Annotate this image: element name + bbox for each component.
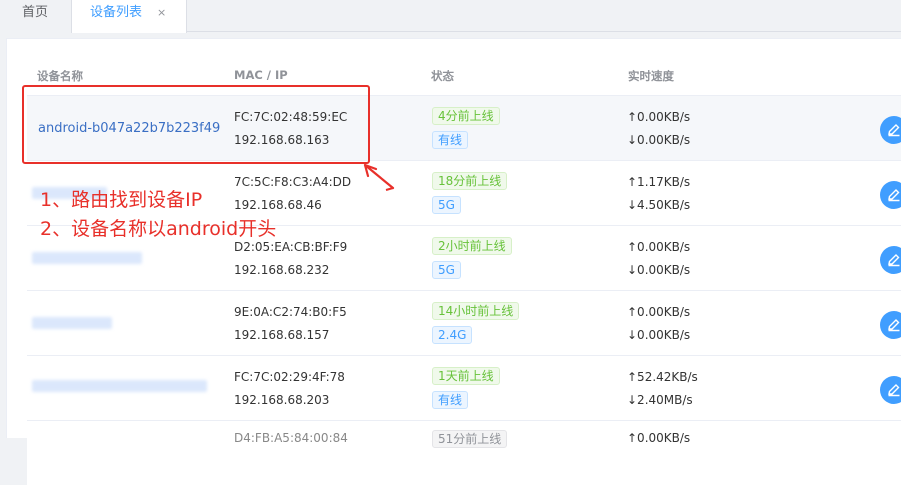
network-type-badge: 有线 bbox=[432, 391, 469, 409]
edit-button[interactable] bbox=[880, 181, 901, 209]
device-mac: D4:FB:A5:84:00:84 bbox=[234, 431, 348, 445]
download-speed: ↓4.50KB/s bbox=[627, 198, 691, 212]
edit-button[interactable] bbox=[880, 246, 901, 274]
annotation-arrow-icon bbox=[363, 163, 395, 191]
tab-device-list-label: 设备列表 bbox=[90, 5, 143, 20]
redacted-device-name bbox=[32, 252, 142, 264]
online-time-badge: 14小时前上线 bbox=[432, 302, 520, 320]
online-time-badge: 1天前上线 bbox=[432, 367, 500, 385]
upload-speed: ↑0.00KB/s bbox=[627, 240, 691, 254]
edit-button[interactable] bbox=[880, 311, 901, 339]
tab-bar: 首页 设备列表 × bbox=[0, 0, 901, 33]
annotation-highlight-box bbox=[22, 85, 370, 164]
header-status: 状态 bbox=[431, 69, 454, 83]
edit-icon bbox=[888, 319, 900, 332]
network-type-badge: 5G bbox=[432, 196, 461, 214]
edit-icon bbox=[888, 124, 900, 137]
upload-speed: ↑0.00KB/s bbox=[627, 305, 691, 319]
network-type-badge: 2.4G bbox=[432, 326, 473, 344]
network-type-badge: 有线 bbox=[432, 131, 469, 149]
edit-icon bbox=[888, 189, 900, 202]
device-mac: FC:7C:02:29:4F:78 bbox=[234, 370, 345, 384]
header-device-name: 设备名称 bbox=[37, 69, 83, 83]
annotation-note-2: 2、设备名称以android开头 bbox=[40, 218, 277, 240]
table-row[interactable]: FC:7C:02:29:4F:78 192.168.68.203 1天前上线 有… bbox=[27, 355, 901, 420]
device-ip: 192.168.68.157 bbox=[234, 328, 330, 342]
device-ip: 192.168.68.232 bbox=[234, 263, 330, 277]
online-time-badge: 18分前上线 bbox=[432, 172, 508, 190]
download-speed: ↓2.40MB/s bbox=[627, 393, 693, 407]
online-time-badge: 2小时前上线 bbox=[432, 237, 512, 255]
edit-button[interactable] bbox=[880, 376, 901, 404]
online-time-badge: 51分前上线 bbox=[432, 430, 508, 448]
edit-button[interactable] bbox=[880, 116, 901, 144]
upload-speed: ↑0.00KB/s bbox=[627, 431, 691, 445]
header-mac-ip: MAC / IP bbox=[234, 68, 288, 82]
table-row[interactable]: 9E:0A:C2:74:B0:F5 192.168.68.157 14小时前上线… bbox=[27, 290, 901, 355]
header-speed: 实时速度 bbox=[628, 69, 674, 83]
device-ip: 192.168.68.46 bbox=[234, 198, 322, 212]
device-mac: 9E:0A:C2:74:B0:F5 bbox=[234, 305, 347, 319]
device-mac: 7C:5C:F8:C3:A4:DD bbox=[234, 175, 352, 189]
redacted-device-name bbox=[32, 380, 207, 392]
device-mac: D2:05:EA:CB:BF:F9 bbox=[234, 240, 348, 254]
upload-speed: ↑1.17KB/s bbox=[627, 175, 691, 189]
table-row[interactable]: D4:FB:A5:84:00:84 51分前上线 ↑0.00KB/s bbox=[27, 420, 901, 485]
annotation-note-1: 1、路由找到设备IP bbox=[40, 189, 203, 211]
upload-speed: ↑0.00KB/s bbox=[627, 110, 691, 124]
tab-home[interactable]: 首页 bbox=[0, 0, 72, 33]
redacted-device-name bbox=[32, 317, 112, 329]
edit-icon bbox=[888, 384, 900, 397]
tab-close-icon[interactable]: × bbox=[157, 0, 166, 26]
tab-device-list[interactable]: 设备列表 × bbox=[72, 0, 187, 33]
network-type-badge: 5G bbox=[432, 261, 461, 279]
download-speed: ↓0.00KB/s bbox=[627, 133, 691, 147]
edit-icon bbox=[888, 254, 900, 267]
tab-home-label: 首页 bbox=[22, 5, 49, 20]
upload-speed: ↑52.42KB/s bbox=[627, 370, 698, 384]
device-ip: 192.168.68.203 bbox=[234, 393, 330, 407]
download-speed: ↓0.00KB/s bbox=[627, 328, 691, 342]
online-time-badge: 4分前上线 bbox=[432, 107, 500, 125]
download-speed: ↓0.00KB/s bbox=[627, 263, 691, 277]
